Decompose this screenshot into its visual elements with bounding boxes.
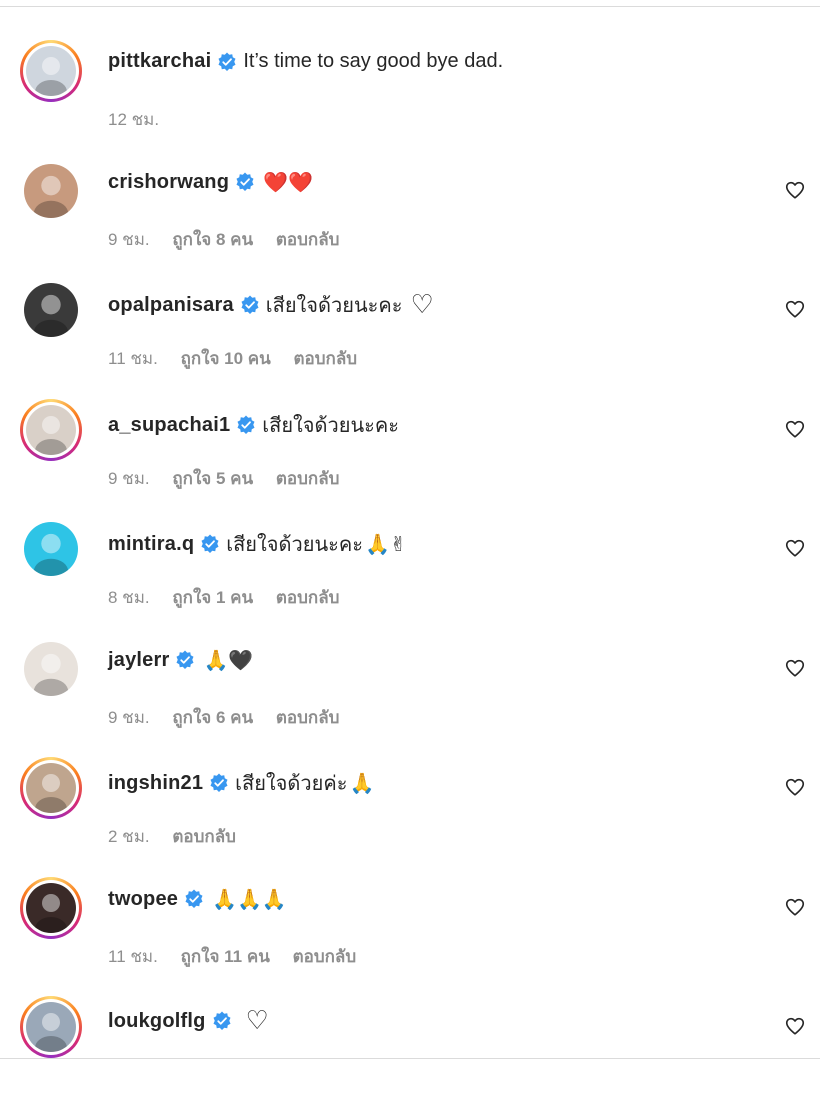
heart-icon[interactable] — [784, 776, 806, 798]
avatar[interactable] — [20, 996, 82, 1058]
comment-username[interactable]: ingshin21 — [108, 772, 203, 795]
comment-like-count[interactable]: ถูกใจ 1 คน — [172, 588, 253, 607]
avatar-image — [26, 883, 76, 933]
comment-username[interactable]: twopee — [108, 888, 178, 911]
comment-username[interactable]: loukgolflg — [108, 1010, 206, 1033]
reply-button[interactable]: ตอบกลับ — [276, 708, 340, 727]
heart-icon[interactable] — [784, 537, 806, 559]
heart-icon[interactable] — [784, 896, 806, 918]
comment-timestamp[interactable]: 8 ชม. — [108, 588, 150, 607]
avatar-image — [24, 164, 78, 218]
reply-button[interactable]: ตอบกลับ — [294, 349, 358, 368]
comment-item: loukgolflg ♡ — [0, 996, 820, 1110]
comment-timestamp[interactable]: 9 ชม. — [108, 469, 150, 488]
bottom-divider — [0, 1058, 820, 1059]
verified-badge-icon — [236, 172, 254, 191]
comment-item: crishorwang ❤️❤️ 9 ชม. ถูกใจ 8 คน ตอบกลั… — [0, 164, 820, 274]
avatar-image — [26, 763, 76, 813]
verified-badge-icon — [213, 1011, 231, 1030]
avatar[interactable] — [24, 522, 78, 576]
comment-emoji: 🙏🙏🙏 — [212, 887, 287, 911]
comment-emoji: 🙏🖤 — [203, 648, 254, 672]
avatar-image — [26, 46, 76, 96]
comment-like-count[interactable]: ถูกใจ 8 คน — [172, 230, 253, 249]
verified-badge-icon — [201, 534, 219, 553]
verified-badge-icon — [218, 52, 236, 71]
verified-badge-icon — [185, 889, 203, 908]
comment-like-count[interactable]: ถูกใจ 5 คน — [172, 469, 253, 488]
avatar[interactable] — [20, 757, 82, 819]
heart-icon[interactable] — [784, 418, 806, 440]
comment-emoji: ❤️❤️ — [263, 170, 313, 194]
avatar-image — [26, 1002, 76, 1052]
avatar[interactable] — [24, 164, 78, 218]
heart-icon[interactable] — [784, 298, 806, 320]
comment-username[interactable]: a_supachai1 — [108, 414, 230, 437]
reply-button[interactable]: ตอบกลับ — [293, 947, 357, 966]
comment-item: pittkarchai It’s time to say good bye da… — [0, 40, 820, 154]
comment-username[interactable]: opalpanisara — [108, 294, 234, 317]
reply-button[interactable]: ตอบกลับ — [172, 827, 236, 846]
comment-text: It’s time to say good bye dad. — [243, 50, 504, 72]
verified-badge-icon — [210, 773, 228, 792]
avatar[interactable] — [20, 40, 82, 102]
comment-item: twopee 🙏🙏🙏 11 ชม. ถูกใจ 11 คน ตอบกลับ — [0, 877, 820, 991]
comment-emoji: 🙏 — [349, 771, 375, 795]
avatar[interactable] — [20, 399, 82, 461]
avatar[interactable] — [20, 877, 82, 939]
comment-username[interactable]: jaylerr — [108, 649, 169, 672]
comment-text: เสียใจด้วยค่ะ — [235, 773, 348, 795]
comment-like-count[interactable]: ถูกใจ 6 คน — [172, 708, 253, 727]
comment-item: opalpanisara เสียใจด้วยนะคะ ♡ 11 ชม. ถูก… — [0, 283, 820, 393]
comment-item: mintira.q เสียใจด้วยนะคะ 🙏✌ 8 ชม. ถูกใจ … — [0, 522, 820, 632]
verified-badge-icon — [176, 650, 194, 669]
comment-emoji: ♡ — [245, 1006, 269, 1036]
verified-badge-icon — [241, 295, 259, 314]
comment-emoji: ♡ — [410, 290, 434, 320]
comment-text: เสียใจด้วยนะคะ — [262, 415, 399, 437]
comment-timestamp[interactable]: 9 ชม. — [108, 708, 150, 727]
avatar[interactable] — [24, 283, 78, 337]
comment-timestamp[interactable]: 11 ชม. — [108, 947, 158, 966]
comment-item: ingshin21 เสียใจด้วยค่ะ 🙏 2 ชม. ตอบกลับ — [0, 757, 820, 871]
avatar-image — [24, 283, 78, 337]
comment-item: a_supachai1 เสียใจด้วยนะคะ 9 ชม. ถูกใจ 5… — [0, 399, 820, 513]
comment-username[interactable]: crishorwang — [108, 171, 229, 194]
avatar-image — [26, 405, 76, 455]
verified-badge-icon — [237, 415, 255, 434]
comment-username[interactable]: mintira.q — [108, 533, 194, 556]
comment-timestamp[interactable]: 12 ชม. — [108, 110, 159, 129]
reply-button[interactable]: ตอบกลับ — [276, 469, 340, 488]
avatar-image — [24, 522, 78, 576]
comment-like-count[interactable]: ถูกใจ 11 คน — [181, 947, 270, 966]
heart-icon[interactable] — [784, 657, 806, 679]
comment-like-count[interactable]: ถูกใจ 10 คน — [181, 349, 271, 368]
comment-timestamp[interactable]: 11 ชม. — [108, 349, 158, 368]
comment-item: jaylerr 🙏🖤 9 ชม. ถูกใจ 6 คน ตอบกลับ — [0, 642, 820, 752]
avatar[interactable] — [24, 642, 78, 696]
avatar-image — [24, 642, 78, 696]
reply-button[interactable]: ตอบกลับ — [276, 230, 340, 249]
heart-icon[interactable] — [784, 1015, 806, 1037]
comment-text: เสียใจด้วยนะคะ — [265, 295, 403, 317]
comment-username[interactable]: pittkarchai — [108, 50, 211, 73]
comment-emoji: 🙏✌ — [364, 532, 407, 556]
comment-timestamp[interactable]: 9 ชม. — [108, 230, 150, 249]
comment-timestamp[interactable]: 2 ชม. — [108, 827, 150, 846]
heart-icon[interactable] — [784, 179, 806, 201]
reply-button[interactable]: ตอบกลับ — [276, 588, 340, 607]
comment-text: เสียใจด้วยนะคะ — [226, 534, 363, 556]
top-divider — [0, 6, 820, 7]
